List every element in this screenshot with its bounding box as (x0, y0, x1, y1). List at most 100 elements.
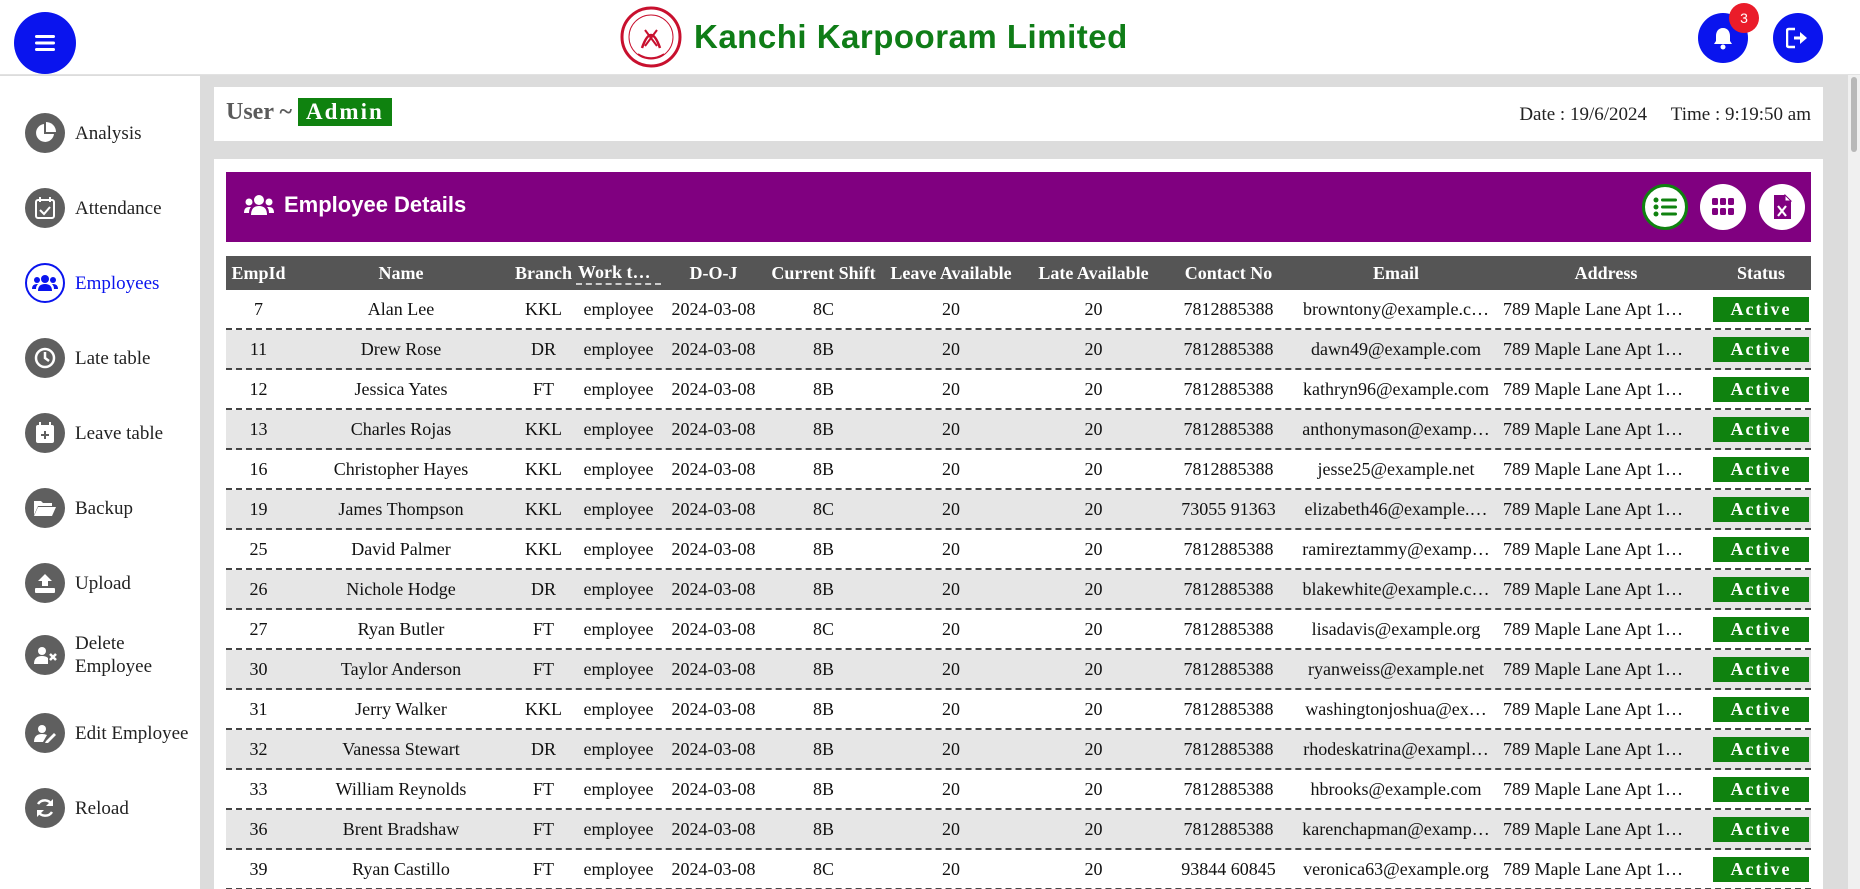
table-row[interactable]: 25 David Palmer KKL employee 2024-03-08 8B 20 2… (226, 530, 1811, 570)
table-cell: employee (583, 538, 654, 559)
table-cell: 8C (812, 618, 834, 639)
table-row[interactable]: 31 Jerry Walker KKL employee 2024-03-08 8B 20 2… (226, 690, 1811, 730)
table-cell: 8C (812, 498, 834, 519)
table-row[interactable]: 11 Drew Rose DR employee 2024-03-08 8B 20 20 781… (226, 330, 1811, 370)
table-cell: 39 (249, 858, 268, 879)
status-badge[interactable]: Active (1713, 296, 1809, 322)
user-edit-icon (25, 713, 65, 753)
table-cell: 93844 60845 (1181, 858, 1276, 879)
menu-button[interactable] (14, 12, 76, 74)
table-cell: 27 (249, 618, 268, 639)
sidebar-item-edit-employee[interactable]: Edit Employee (25, 713, 205, 753)
table-cell: Charles Rojas (350, 418, 452, 439)
table-cell: dawn49@example.com (1310, 338, 1482, 359)
column-header[interactable]: Late Available (1021, 263, 1166, 284)
table-cell: 20 (942, 458, 960, 479)
table-cell: 2024-03-08 (671, 578, 756, 599)
table-cell: 20 (1084, 618, 1103, 639)
table-cell: 2024-03-08 (671, 778, 756, 799)
status-badge[interactable]: Active (1713, 456, 1809, 482)
table-cell: 789 Maple Lane Apt 1… (1503, 818, 1683, 839)
column-header[interactable]: D-O-J (661, 263, 766, 284)
table-cell: FT (532, 658, 554, 679)
sidebar-item-employees[interactable]: Employees (25, 263, 205, 303)
status-badge[interactable]: Active (1713, 776, 1809, 802)
table-cell: 26 (249, 578, 268, 599)
status-badge[interactable]: Active (1713, 376, 1809, 402)
export-excel-button[interactable] (1759, 184, 1805, 230)
sidebar-item-attendance[interactable]: Attendance (25, 188, 205, 228)
table-cell: KKL (525, 458, 562, 479)
table-row[interactable]: 26 Nichole Hodge DR employee 2024-03-08 8B 20 2… (226, 570, 1811, 610)
status-badge[interactable]: Active (1713, 656, 1809, 682)
sidebar-item-reload[interactable]: Reload (25, 788, 205, 828)
table-row[interactable]: 13 Charles Rojas KKL employee 2024-03-08 8B 20… (226, 410, 1811, 450)
status-badge[interactable]: Active (1713, 576, 1809, 602)
table-cell: 8B (812, 458, 834, 479)
grid-view-button[interactable] (1700, 184, 1746, 230)
current-date: Date : 19/6/2024 (1519, 104, 1648, 125)
table-row[interactable]: 33 William Reynolds FT employee 2024-03-08 8B… (226, 770, 1811, 810)
status-badge[interactable]: Active (1713, 496, 1809, 522)
table-cell: 789 Maple Lane Apt 1… (1503, 858, 1683, 879)
scroll-thumb[interactable] (1851, 77, 1857, 152)
table-cell: 7812885388 (1183, 298, 1274, 319)
table-cell: 33 (249, 778, 268, 799)
column-header[interactable]: Current Shift (766, 263, 881, 284)
sidebar-item-upload[interactable]: Upload (25, 563, 205, 603)
table-cell: 2024-03-08 (671, 498, 756, 519)
status-cell: Active (1711, 296, 1811, 322)
column-header[interactable]: Contact No (1166, 263, 1291, 284)
table-cell: DR (530, 338, 556, 359)
status-badge[interactable]: Active (1713, 816, 1809, 842)
table-row[interactable]: 12 Jessica Yates FT employee 2024-03-08 8B 20 2… (226, 370, 1811, 410)
table-cell: hbrooks@example.com (1310, 778, 1482, 799)
user-remove-icon (25, 635, 65, 675)
sidebar-item-late-table[interactable]: Late table (25, 338, 205, 378)
column-header[interactable]: Name (291, 263, 511, 284)
table-cell: 2024-03-08 (671, 538, 756, 559)
status-badge[interactable]: Active (1713, 736, 1809, 762)
table-row[interactable]: 32 Vanessa Stewart DR employee 2024-03-08 8B 2… (226, 730, 1811, 770)
sidebar-item-label: Edit Employee (75, 722, 189, 744)
table-row[interactable]: 19 James Thompson KKL employee 2024-03-08 8C 2… (226, 490, 1811, 530)
status-badge[interactable]: Active (1713, 856, 1809, 882)
logout-button[interactable] (1773, 13, 1823, 63)
status-badge[interactable]: Active (1713, 536, 1809, 562)
table-row[interactable]: 39 Ryan Castillo FT employee 2024-03-08 8C 20 2… (226, 850, 1811, 889)
status-badge[interactable]: Active (1713, 616, 1809, 642)
table-cell: lisadavis@example.org (1311, 618, 1481, 639)
table-cell: 789 Maple Lane Apt 1… (1503, 298, 1683, 319)
column-header[interactable]: Work type (576, 262, 661, 285)
sidebar-item-delete-employee[interactable]: Delete Employee (25, 632, 205, 678)
list-view-button[interactable] (1642, 184, 1688, 230)
table-cell: 12 (249, 378, 268, 399)
column-header[interactable]: Branch (511, 263, 576, 284)
page-scrollbar[interactable] (1848, 75, 1860, 889)
status-badge[interactable]: Active (1713, 336, 1809, 362)
table-cell: Drew Rose (360, 338, 442, 359)
table-cell: 7812885388 (1183, 618, 1274, 639)
sidebar-item-leave-table[interactable]: Leave table (25, 413, 205, 453)
sidebar-item-analysis[interactable]: Analysis (25, 113, 205, 153)
column-header[interactable]: Address (1501, 263, 1711, 284)
table-row[interactable]: 7 Alan Lee KKL employee 2024-03-08 8C 20 20 7812… (226, 290, 1811, 330)
sidebar-item-label: Reload (75, 797, 129, 819)
column-header[interactable]: Leave Available (881, 263, 1021, 284)
table-row[interactable]: 16 Christopher Hayes KKL employee 2024-03-08… (226, 450, 1811, 490)
status-badge[interactable]: Active (1713, 416, 1809, 442)
table-row[interactable]: 36 Brent Bradshaw FT employee 2024-03-08 8B 20… (226, 810, 1811, 850)
column-header[interactable]: Status (1711, 263, 1811, 284)
table-cell: 8B (812, 578, 834, 599)
table-row[interactable]: 30 Taylor Anderson FT employee 2024-03-08 8B 2… (226, 650, 1811, 690)
table-cell: FT (532, 858, 554, 879)
column-header[interactable]: EmpId (226, 263, 291, 284)
date-time: Date : 19/6/2024 Time : 9:19:50 am (1519, 104, 1811, 126)
grid-icon (1712, 198, 1734, 215)
table-cell: 20 (1084, 538, 1103, 559)
status-cell: Active (1711, 456, 1811, 482)
status-badge[interactable]: Active (1713, 696, 1809, 722)
table-row[interactable]: 27 Ryan Butler FT employee 2024-03-08 8C 20 20 7… (226, 610, 1811, 650)
sidebar-item-backup[interactable]: Backup (25, 488, 205, 528)
column-header[interactable]: Email (1291, 263, 1501, 284)
